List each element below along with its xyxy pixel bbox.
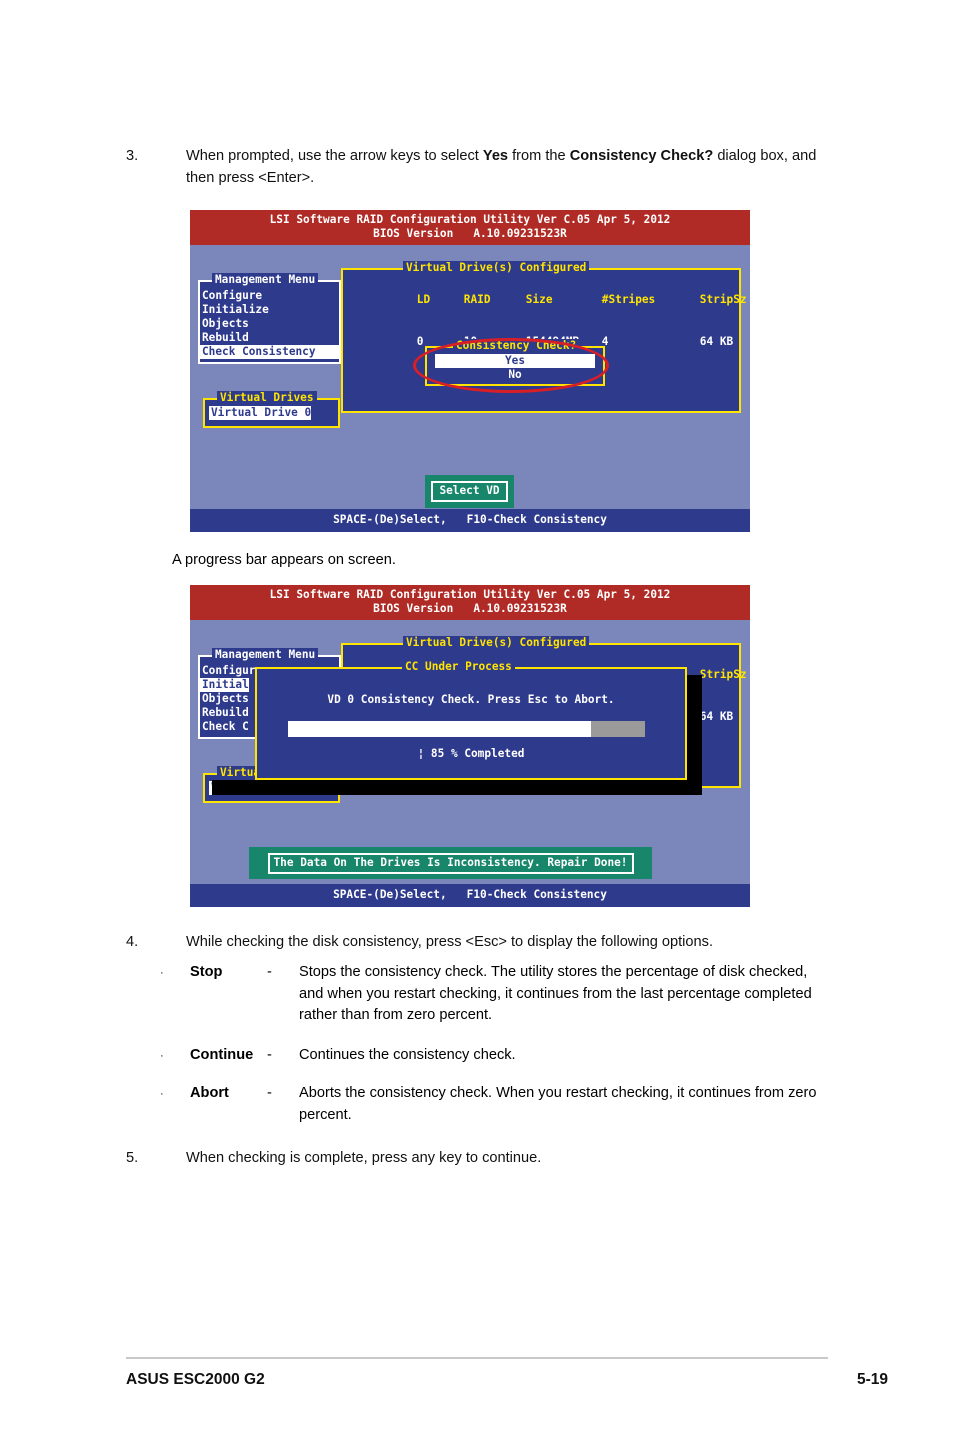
bios1-consistency-check-dialog[interactable]: Consistency Check? Yes No	[425, 339, 605, 386]
bios1-title-bar: LSI Software RAID Configuration Utility …	[190, 210, 750, 245]
step-3-text-b: from the	[508, 148, 570, 164]
bios2-col-stripsz: StripSz	[699, 668, 747, 681]
bios1-select-vd-label: Select VD	[431, 481, 508, 502]
bios1-virtual-drives-panel: Virtual Drives Virtual Drive 0	[203, 391, 340, 428]
bullet-abort-term: Abort	[190, 1085, 229, 1101]
bios1-col-size: Size	[525, 293, 553, 306]
bullet-stop-term: Stop	[190, 964, 223, 980]
bios1-cell-stripsz: 64 KB	[699, 335, 734, 348]
bios2-result-message-box: The Data On The Drives Is Inconsistency.…	[249, 847, 652, 879]
bios1-title-line2: BIOS Version A.10.09231523R	[373, 227, 567, 240]
bios2-cc-under-process-dialog: CC Under Process VD 0 Consistency Check.…	[255, 660, 687, 780]
bios2-result-message-label: The Data On The Drives Is Inconsistency.…	[267, 852, 634, 874]
bios1-vd-table-header: LDRAIDSize#StripesStripSzStatus	[350, 279, 747, 321]
bios1-menu-item-rebuild[interactable]: Rebuild	[200, 331, 339, 345]
bullet-continue-dash: -	[267, 1047, 272, 1063]
bios2-dialog-shadow-bottom	[212, 780, 702, 795]
step-3: 3. When prompted, use the arrow keys to …	[126, 146, 826, 189]
step-5: 5. When checking is complete, press any …	[126, 1148, 826, 1170]
bios1-col-stripsz: StripSz	[699, 293, 747, 306]
bullet-continue-marker: ·	[160, 1050, 164, 1062]
bios1-select-vd-box[interactable]: Select VD	[425, 475, 514, 508]
bullet-abort-marker: ·	[160, 1088, 164, 1100]
bios-screenshot-consistency-check-dialog: LSI Software RAID Configuration Utility …	[190, 210, 750, 532]
bullet-abort-dash: -	[267, 1085, 272, 1101]
bullet-stop-dash: -	[267, 964, 272, 980]
bios2-menu-item-initialize[interactable]: Initial	[200, 678, 249, 692]
step-5-text: When checking is complete, press any key…	[186, 1150, 542, 1166]
bios2-vd-table-legend: Virtual Drive(s) Configured	[403, 636, 590, 650]
footer-product-name: ASUS ESC2000 G2	[126, 1371, 265, 1388]
step-3-text-a: When prompted, use the arrow keys to sel…	[186, 148, 483, 164]
bios1-col-raid: RAID	[463, 293, 491, 306]
bios1-cell-stripes: 4	[601, 335, 609, 348]
bios2-progress-percent-label: ¦ 85 % Completed	[417, 747, 525, 760]
bullet-stop-marker: ·	[160, 967, 164, 979]
bios-screenshot-cc-under-process: LSI Software RAID Configuration Utility …	[190, 585, 750, 907]
bios1-dialog-option-yes[interactable]: Yes	[435, 354, 595, 368]
bios2-cc-dialog-message: VD 0 Consistency Check. Press Esc to Abo…	[327, 693, 615, 706]
bios2-cell-stripsz: 64 KB	[699, 710, 734, 723]
bios2-title-line1: LSI Software RAID Configuration Utility …	[269, 588, 671, 601]
bios2-cc-dialog-legend: CC Under Process	[402, 660, 515, 674]
bios2-status-bar: SPACE-(De)Select, F10-Check Consistency	[190, 884, 750, 907]
step-3-number: 3.	[126, 148, 139, 164]
document-page: 3. When prompted, use the arrow keys to …	[0, 0, 954, 1438]
bullet-abort-description: Aborts the consistency check. When you r…	[299, 1085, 817, 1123]
bios1-menu-item-objects[interactable]: Objects	[200, 317, 339, 331]
bullet-abort: · Abort - Aborts the consistency check. …	[160, 1083, 850, 1126]
bios1-col-ld: LD	[416, 293, 431, 306]
bios1-col-stripes: #Stripes	[601, 293, 656, 306]
bios2-title-line2: BIOS Version A.10.09231523R	[373, 602, 567, 615]
bios1-menu-item-configure[interactable]: Configure	[200, 289, 339, 303]
bullet-stop-description: Stops the consistency check. The utility…	[299, 964, 812, 1023]
bios2-title-bar: LSI Software RAID Configuration Utility …	[190, 585, 750, 620]
bios1-virtual-drive-0[interactable]: Virtual Drive 0	[209, 406, 312, 420]
step-3-bold-dialog: Consistency Check?	[569, 148, 714, 164]
step-4-number: 4.	[126, 934, 139, 950]
bios2-progress-bar-track	[288, 721, 645, 737]
bullet-stop: · Stop - Stops the consistency check. Th…	[160, 962, 850, 1027]
bios1-management-menu-panel: Management Menu Configure Initialize Obj…	[198, 273, 341, 364]
step-4: 4. While checking the disk consistency, …	[126, 932, 826, 954]
bullet-continue-description: Continues the consistency check.	[299, 1047, 516, 1063]
bios1-menu-item-check-consistency[interactable]: Check Consistency	[200, 345, 339, 359]
bios2-dialog-shadow-right	[687, 675, 702, 795]
bullet-continue: · Continue - Continues the consistency c…	[160, 1045, 850, 1068]
bios1-dialog-legend: Consistency Check?	[453, 339, 580, 353]
bios1-vd-table-legend: Virtual Drive(s) Configured	[403, 261, 590, 275]
bios1-status-bar: SPACE-(De)Select, F10-Check Consistency	[190, 509, 750, 532]
step-4-text: While checking the disk consistency, pre…	[186, 934, 713, 950]
bullet-continue-term: Continue	[190, 1047, 254, 1063]
caption-progress-bar: A progress bar appears on screen.	[172, 552, 396, 568]
bios1-dialog-option-no[interactable]: No	[435, 368, 595, 382]
step-5-number: 5.	[126, 1150, 139, 1166]
step-3-text: When prompted, use the arrow keys to sel…	[186, 146, 826, 189]
step-3-bold-yes: Yes	[482, 148, 509, 164]
bios1-virtual-drives-configured-panel: Virtual Drive(s) Configured LD RAID Size #S…	[341, 261, 747, 413]
bios1-menu-item-initialize[interactable]: Initialize	[200, 303, 339, 317]
bios1-title-line1: LSI Software RAID Configuration Utility …	[269, 213, 671, 226]
bios1-virtual-drives-legend: Virtual Drives	[217, 391, 317, 405]
bios1-management-menu-legend: Management Menu	[212, 273, 319, 287]
footer-divider	[126, 1357, 828, 1359]
bios2-progress-bar-fill	[288, 721, 592, 737]
bios2-management-menu-legend: Management Menu	[212, 648, 319, 662]
footer-page-number: 5-19	[856, 1371, 888, 1388]
